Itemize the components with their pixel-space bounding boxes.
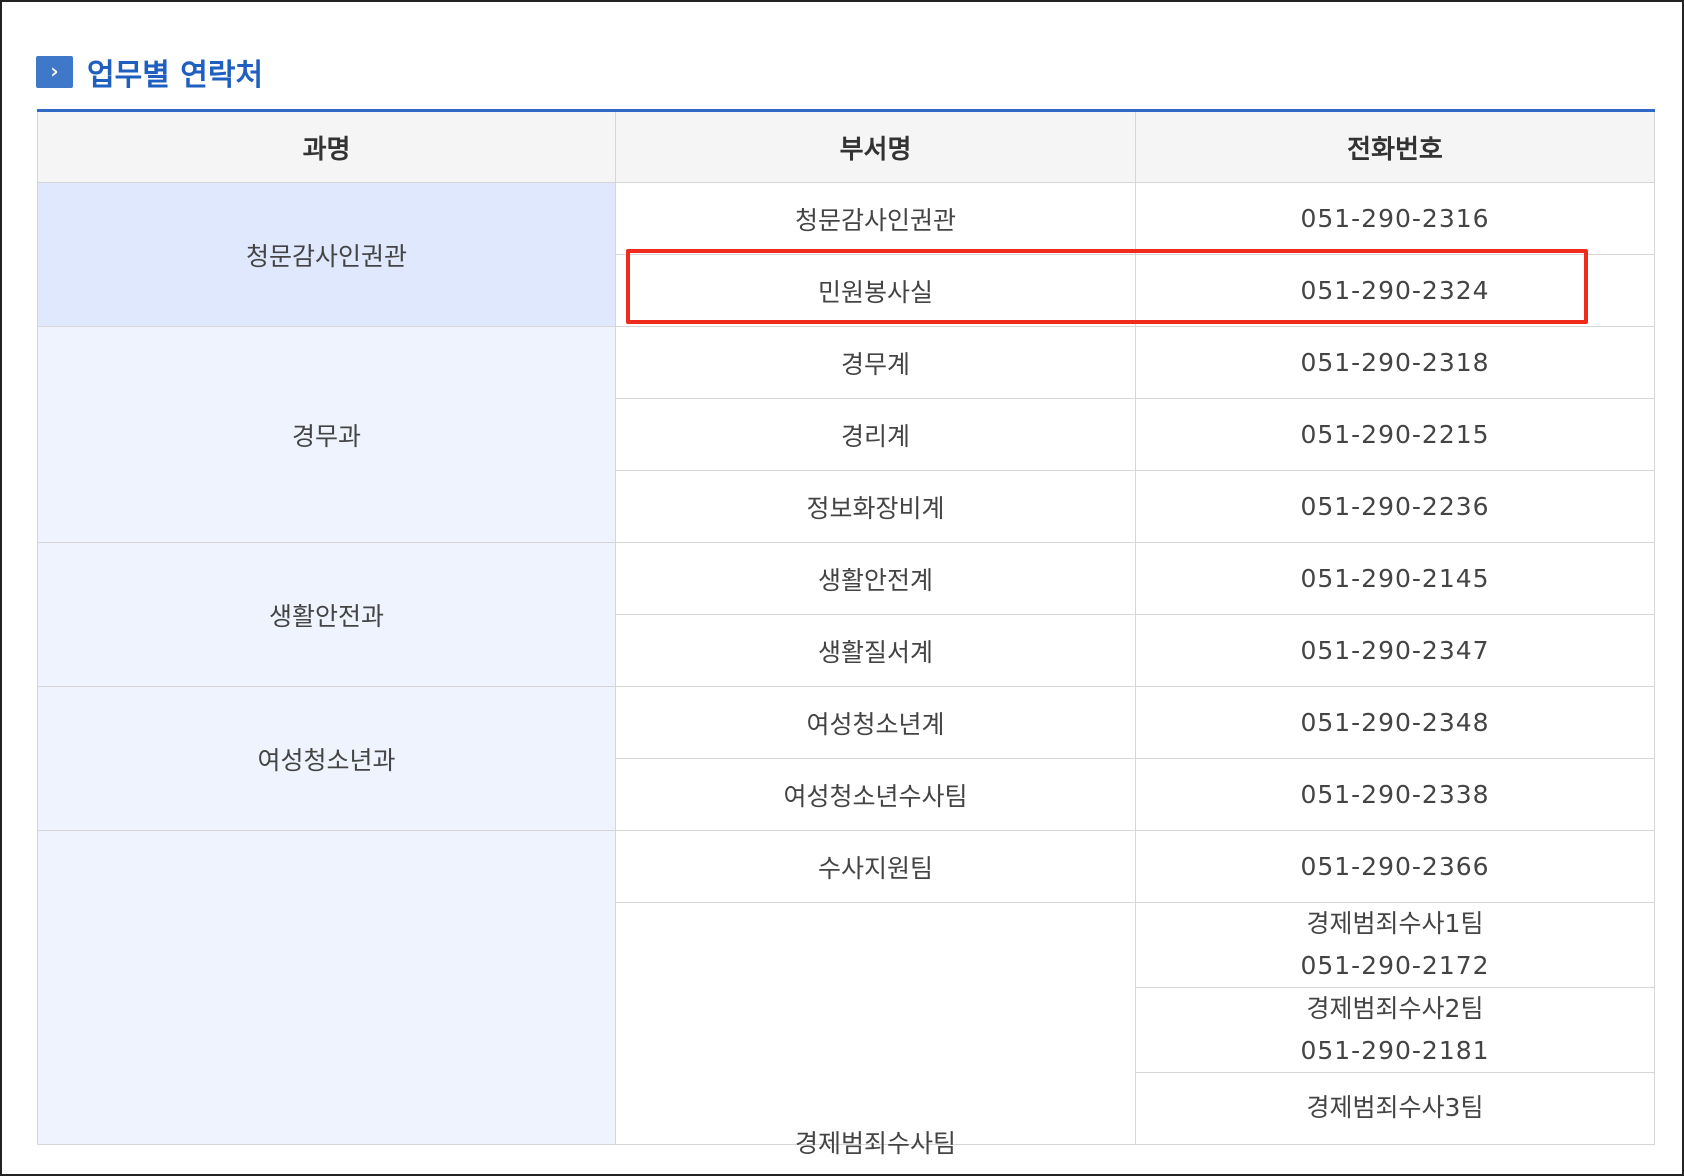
table-row: 경무과 경무계 051-290-2318 (37, 326, 1655, 543)
department-cell: 청문감사인권관 (615, 182, 1136, 255)
department-cell-economic-crime: 경제범죄수사팀 (615, 902, 1136, 1158)
section-title: 업무별 연락처 (87, 58, 264, 93)
phone-cell[interactable]: 051-290-2347 (1135, 614, 1655, 687)
header-division: 과명 (37, 110, 616, 183)
phone-cell[interactable]: 051-290-2145 (1135, 542, 1655, 615)
department-cell: 생활안전계 (615, 542, 1136, 615)
header-phone: 전화번호 (1135, 110, 1655, 183)
division-cell: 생활안전과 (37, 542, 616, 687)
phone-cell[interactable]: 051-290-2236 (1135, 470, 1655, 543)
table-row: 청문감사인권관 청문감사인권관 051-290-2316 (37, 182, 1655, 327)
department-cell: 경리계 (615, 398, 1136, 471)
team-name: 경제범죄수사1팀 (1306, 909, 1484, 938)
team-name: 경제범죄수사3팀 (1306, 1093, 1484, 1122)
team-phone-cell: 경제범죄수사1팀 051-290-2172 (1135, 902, 1655, 988)
department-cell: 경무계 (615, 326, 1136, 399)
table-row: 여성청소년과 여성청소년계 051-290-2348 (37, 686, 1655, 831)
table-row: 생활안전과 생활안전계 051-290-2145 (37, 542, 1655, 687)
department-cell: 여성청소년수사팀 (615, 758, 1136, 831)
phone-cell[interactable]: 051-290-2215 (1135, 398, 1655, 471)
team-phone[interactable]: 051-290-2172 (1136, 945, 1654, 987)
table-header-row: 과명 부서명 전화번호 (37, 110, 1655, 183)
department-cell: 생활질서계 (615, 614, 1136, 687)
chevron-right-icon: › (36, 56, 73, 88)
team-name: 경제범죄수사2팀 (1306, 994, 1484, 1023)
phone-cell[interactable]: 051-290-2348 (1135, 686, 1655, 759)
department-cell: 여성청소년계 (615, 686, 1136, 759)
section-header: › 업무별 연락처 (36, 52, 264, 93)
department-cell: 수사지원팀 (615, 830, 1136, 903)
table-row: 수사지원팀 051-290-2366 (37, 830, 1655, 1145)
division-cell: 청문감사인권관 (37, 182, 616, 327)
team-phone-cell: 경제범죄수사3팀 (1135, 1072, 1655, 1145)
department-cell: 정보화장비계 (615, 470, 1136, 543)
phone-cell[interactable]: 051-290-2324 (1135, 254, 1655, 327)
phone-cell[interactable]: 051-290-2318 (1135, 326, 1655, 399)
phone-cell[interactable]: 051-290-2338 (1135, 758, 1655, 831)
team-phone-cell: 경제범죄수사2팀 051-290-2181 (1135, 987, 1655, 1073)
page-frame: › 업무별 연락처 과명 부서명 전화번호 청문감사인권관 청문감사인권관 05… (0, 0, 1684, 1176)
header-department: 부서명 (615, 110, 1136, 183)
division-cell: 여성청소년과 (37, 686, 616, 831)
phone-cell[interactable]: 051-290-2366 (1135, 830, 1655, 903)
team-phone[interactable]: 051-290-2181 (1136, 1030, 1654, 1072)
division-cell: 경무과 (37, 326, 616, 543)
department-cell: 민원봉사실 (615, 254, 1136, 327)
division-cell (37, 830, 616, 1145)
department-label: 경제범죄수사팀 (794, 1129, 956, 1158)
contacts-table: 과명 부서명 전화번호 청문감사인권관 청문감사인권관 051-290-2316… (37, 109, 1655, 1158)
phone-cell[interactable]: 051-290-2316 (1135, 182, 1655, 255)
